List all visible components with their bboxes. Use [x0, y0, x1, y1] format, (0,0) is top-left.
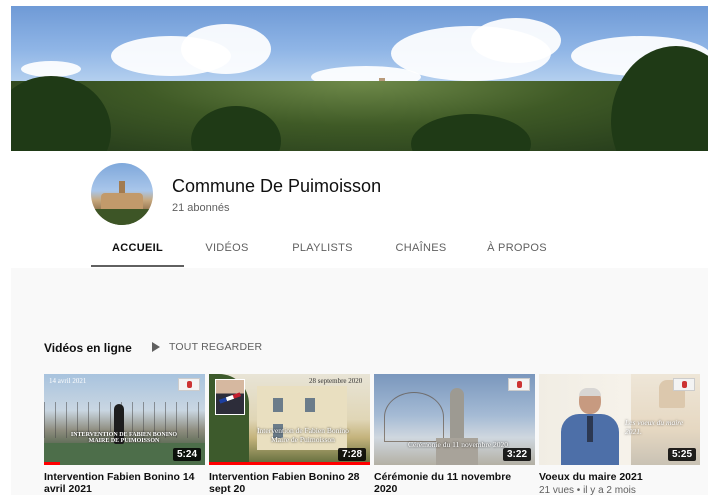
commune-logo-icon: [673, 378, 695, 391]
channel-avatar[interactable]: [91, 163, 153, 225]
thumb-caption: Intervention de Fabien Bonino Maire de P…: [257, 426, 349, 444]
tab-playlists[interactable]: PLAYLISTS: [270, 237, 375, 267]
play-all-button[interactable]: TOUT REGARDER: [152, 341, 262, 353]
play-all-label: TOUT REGARDER: [169, 341, 263, 353]
watch-progress: [44, 462, 61, 465]
video-duration: 5:24: [172, 448, 201, 461]
video-card[interactable]: 14 avril 2021 INTERVENTION DE FABIEN BON…: [44, 374, 205, 495]
tab-a-propos[interactable]: À PROPOS: [467, 237, 567, 267]
channel-banner: [11, 6, 708, 151]
channel-home-content: Vidéos en ligne TOUT REGARDER 14 avril 2…: [11, 268, 708, 495]
play-icon: [152, 342, 160, 352]
video-title[interactable]: Voeux du maire 2021: [539, 471, 700, 483]
tab-accueil[interactable]: ACCUEIL: [91, 237, 184, 267]
video-title[interactable]: Cérémonie du 11 novembre 2020: [374, 471, 535, 495]
video-duration: 7:28: [337, 448, 366, 461]
thumb-date: 14 avril 2021: [49, 377, 87, 385]
video-duration: 3:22: [502, 448, 531, 461]
video-card[interactable]: Cérémonie du 11 novembre 2020 3:22 Cérém…: [374, 374, 535, 495]
thumb-caption: INTERVENTION DE FABIEN BONINO MAIRE DE P…: [70, 432, 178, 444]
channel-tabs: ACCUEIL VIDÉOS PLAYLISTS CHAÎNES À PROPO…: [91, 237, 567, 267]
thumb-date: 28 septembre 2020: [309, 377, 363, 385]
watch-progress: [209, 462, 370, 465]
video-shelf: 14 avril 2021 INTERVENTION DE FABIEN BON…: [44, 374, 700, 495]
tab-videos[interactable]: VIDÉOS: [184, 237, 270, 267]
video-card[interactable]: Les voeux du maire 2021. 5:25 Voeux du m…: [539, 374, 700, 495]
video-thumbnail[interactable]: 14 avril 2021 INTERVENTION DE FABIEN BON…: [44, 374, 205, 465]
subscriber-count: 21 abonnés: [172, 202, 230, 214]
commune-logo-icon: [508, 378, 530, 391]
video-thumbnail[interactable]: 28 septembre 2020 Intervention de Fabien…: [209, 374, 370, 465]
video-meta: 21 vues • il y a 2 mois: [539, 485, 636, 495]
video-card[interactable]: 28 septembre 2020 Intervention de Fabien…: [209, 374, 370, 495]
video-thumbnail[interactable]: Cérémonie du 11 novembre 2020 3:22: [374, 374, 535, 465]
shelf-title: Vidéos en ligne: [44, 341, 132, 355]
channel-header: Commune De Puimoisson 21 abonnés ACCUEIL…: [11, 151, 708, 268]
commune-logo-icon: [178, 378, 200, 391]
video-thumbnail[interactable]: Les voeux du maire 2021. 5:25: [539, 374, 700, 465]
channel-name: Commune De Puimoisson: [172, 176, 382, 196]
thumb-caption: Les voeux du maire 2021.: [625, 418, 684, 436]
video-title[interactable]: Intervention Fabien Bonino 14 avril 2021: [44, 471, 205, 495]
video-duration: 5:25: [667, 448, 696, 461]
video-title[interactable]: Intervention Fabien Bonino 28 sept 20: [209, 471, 370, 495]
tab-chaines[interactable]: CHAÎNES: [375, 237, 467, 267]
